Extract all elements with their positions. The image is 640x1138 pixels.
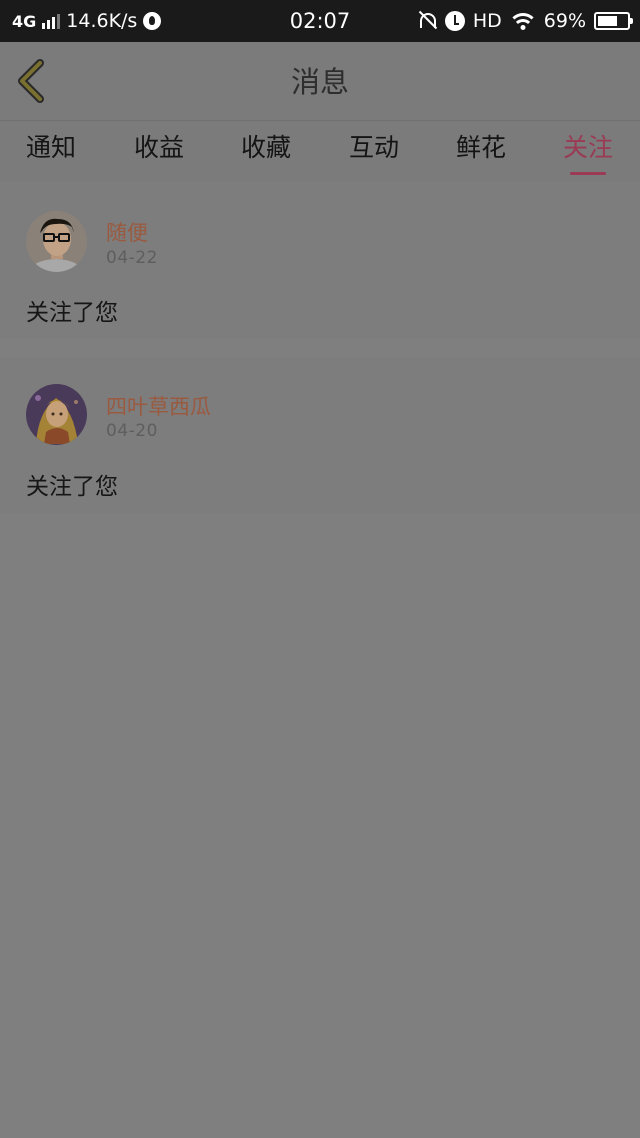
message-text: 关注了您 bbox=[26, 300, 118, 326]
message-date: 04-20 bbox=[106, 421, 158, 441]
username[interactable]: 随便 bbox=[106, 217, 148, 247]
tab-follows[interactable]: 关注 bbox=[548, 121, 628, 181]
message-date: 04-22 bbox=[106, 248, 158, 268]
mute-icon bbox=[417, 11, 437, 31]
tab-label: 鲜花 bbox=[455, 133, 506, 162]
username[interactable]: 四叶草西瓜 bbox=[106, 391, 211, 421]
tab-label: 收益 bbox=[133, 133, 184, 162]
tab-interactions[interactable]: 互动 bbox=[334, 121, 414, 181]
battery-percent: 69% bbox=[543, 10, 586, 32]
avatar[interactable] bbox=[26, 211, 87, 272]
wifi-icon bbox=[509, 11, 536, 31]
nav-bar: 消息 bbox=[0, 42, 640, 121]
tab-favorites[interactable]: 收藏 bbox=[226, 121, 306, 181]
hd-label: HD bbox=[472, 10, 502, 32]
avatar[interactable] bbox=[26, 384, 87, 445]
tab-label: 收藏 bbox=[240, 133, 291, 162]
tab-label: 通知 bbox=[25, 133, 76, 162]
status-bar: 4G 14.6K/s 02:07 HD 69% bbox=[0, 0, 640, 42]
page-title: 消息 bbox=[290, 65, 349, 99]
tab-notifications[interactable]: 通知 bbox=[11, 121, 91, 181]
list-item[interactable]: 四叶草西瓜 04-20 关注了您 bbox=[0, 357, 640, 513]
tab-bar: 通知 收益 收藏 互动 鲜花 关注 bbox=[0, 121, 640, 181]
active-tab-indicator bbox=[570, 172, 606, 175]
message-text: 关注了您 bbox=[26, 474, 118, 500]
tab-label: 互动 bbox=[348, 133, 399, 162]
tab-label: 关注 bbox=[562, 133, 613, 162]
battery-icon bbox=[594, 12, 633, 30]
tab-earnings[interactable]: 收益 bbox=[119, 121, 199, 181]
alarm-icon bbox=[444, 11, 465, 31]
list-item[interactable]: 随便 04-22 关注了您 bbox=[0, 181, 640, 339]
tab-flowers[interactable]: 鲜花 bbox=[441, 121, 521, 181]
